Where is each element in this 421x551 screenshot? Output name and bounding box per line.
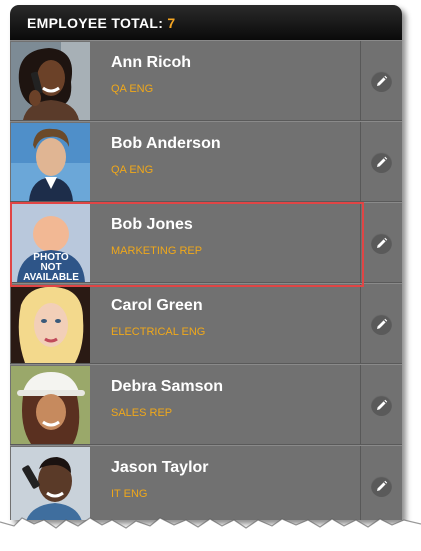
- edit-column: [360, 365, 402, 445]
- pencil-icon: [377, 399, 388, 410]
- pencil-icon: [377, 480, 388, 491]
- edit-button[interactable]: [371, 233, 392, 254]
- edit-button[interactable]: [371, 395, 392, 416]
- edit-column: [360, 284, 402, 364]
- employee-row[interactable]: Ann Ricoh QA ENG: [10, 40, 402, 121]
- employee-name: Ann Ricoh: [111, 54, 191, 71]
- employee-list: Ann Ricoh QA ENG Bob Anderson QA ENG PHO…: [10, 40, 402, 520]
- edit-button[interactable]: [371, 71, 392, 92]
- torn-edge: [0, 517, 421, 551]
- edit-button[interactable]: [371, 476, 392, 497]
- edit-column: [360, 203, 402, 283]
- employee-row-selected[interactable]: PHOTO NOT AVAILABLE Bob Jones MARKETING …: [10, 202, 402, 283]
- employee-row[interactable]: Carol Green ELECTRICAL ENG: [10, 283, 402, 364]
- pencil-icon: [377, 237, 388, 248]
- employee-title: ELECTRICAL ENG: [111, 326, 206, 338]
- employee-photo: [11, 285, 90, 363]
- employee-photo: [11, 42, 90, 120]
- photo-not-available-placeholder: PHOTO NOT AVAILABLE: [11, 204, 90, 282]
- pencil-icon: [377, 156, 388, 167]
- pencil-icon: [377, 75, 388, 86]
- edit-column: [360, 122, 402, 202]
- employee-name: Bob Jones: [111, 216, 193, 233]
- employee-photo: [11, 123, 90, 201]
- placeholder-text-line: AVAILABLE: [23, 272, 79, 282]
- employee-title: MARKETING REP: [111, 245, 203, 257]
- employee-total-count: 7: [167, 15, 176, 31]
- employee-total-header: EMPLOYEE TOTAL: 7: [10, 5, 402, 40]
- edit-button[interactable]: [371, 152, 392, 173]
- employee-row[interactable]: Bob Anderson QA ENG: [10, 121, 402, 202]
- edit-column: [360, 41, 402, 121]
- employee-row[interactable]: Debra Samson SALES REP: [10, 364, 402, 445]
- employee-title: QA ENG: [111, 83, 154, 95]
- employee-title: QA ENG: [111, 164, 154, 176]
- employee-title: SALES REP: [111, 407, 173, 419]
- employee-name: Jason Taylor: [111, 459, 209, 476]
- edit-button[interactable]: [371, 314, 392, 335]
- employee-name: Debra Samson: [111, 378, 224, 395]
- employee-name: Bob Anderson: [111, 135, 221, 152]
- employee-total-label: EMPLOYEE TOTAL:: [27, 15, 164, 31]
- pencil-icon: [377, 318, 388, 329]
- employee-photo: [11, 366, 90, 444]
- employee-title: IT ENG: [111, 488, 148, 500]
- employee-list-panel: EMPLOYEE TOTAL: 7 Ann Ricoh QA ENG Bob A…: [10, 5, 402, 520]
- employee-name: Carol Green: [111, 297, 203, 314]
